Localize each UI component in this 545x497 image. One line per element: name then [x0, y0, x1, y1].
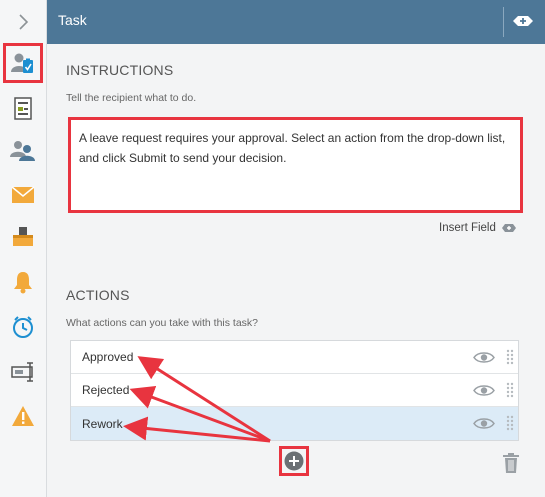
warning-icon[interactable] — [3, 396, 43, 436]
insert-field-button[interactable]: Insert Field — [439, 222, 517, 234]
expand-panel-icon[interactable] — [510, 12, 536, 30]
timer-icon[interactable] — [3, 307, 43, 347]
email-icon[interactable] — [3, 175, 43, 215]
instructions-heading: INSTRUCTIONS — [66, 62, 174, 78]
left-rail — [0, 0, 47, 497]
action-row-rework[interactable]: Rework — [71, 407, 518, 440]
instructions-textarea[interactable]: A leave request requires your approval. … — [68, 117, 523, 213]
drag-handle-icon[interactable] — [506, 382, 514, 398]
form-document-icon[interactable] — [3, 89, 43, 129]
notification-bell-icon[interactable] — [3, 262, 43, 302]
user-task-icon[interactable] — [3, 43, 43, 83]
add-action-button[interactable] — [279, 446, 309, 476]
action-row-approved[interactable]: Approved — [71, 341, 518, 374]
action-label: Approved — [82, 350, 134, 364]
drag-handle-icon[interactable] — [506, 349, 514, 365]
participants-icon[interactable] — [3, 131, 43, 171]
eye-icon[interactable] — [473, 351, 495, 364]
chevron-right-icon[interactable] — [3, 2, 43, 42]
panel-header: Task — [47, 0, 545, 44]
inbox-tray-icon[interactable] — [3, 217, 43, 257]
instructions-text: A leave request requires your approval. … — [79, 131, 506, 165]
header-divider — [503, 7, 504, 37]
action-label: Rejected — [82, 383, 130, 397]
panel-title: Task — [58, 12, 87, 28]
trash-icon[interactable] — [502, 452, 520, 474]
eye-icon[interactable] — [473, 417, 495, 430]
drag-handle-icon[interactable] — [506, 415, 514, 431]
insert-field-label: Insert Field — [439, 222, 496, 234]
action-label: Rework — [82, 416, 123, 431]
actions-list: Approved Rejected Rework — [70, 340, 519, 441]
eye-icon[interactable] — [473, 384, 495, 397]
actions-heading: ACTIONS — [66, 287, 130, 303]
text-field-icon[interactable] — [3, 352, 43, 392]
task-panel: Task INSTRUCTIONS Tell the recipient wha… — [47, 0, 545, 497]
actions-hint: What actions can you take with this task… — [66, 317, 259, 329]
insert-field-icon — [501, 224, 516, 232]
plus-circle-icon — [284, 451, 304, 471]
action-row-rejected[interactable]: Rejected — [71, 374, 518, 407]
instructions-hint: Tell the recipient what to do. — [66, 92, 197, 104]
